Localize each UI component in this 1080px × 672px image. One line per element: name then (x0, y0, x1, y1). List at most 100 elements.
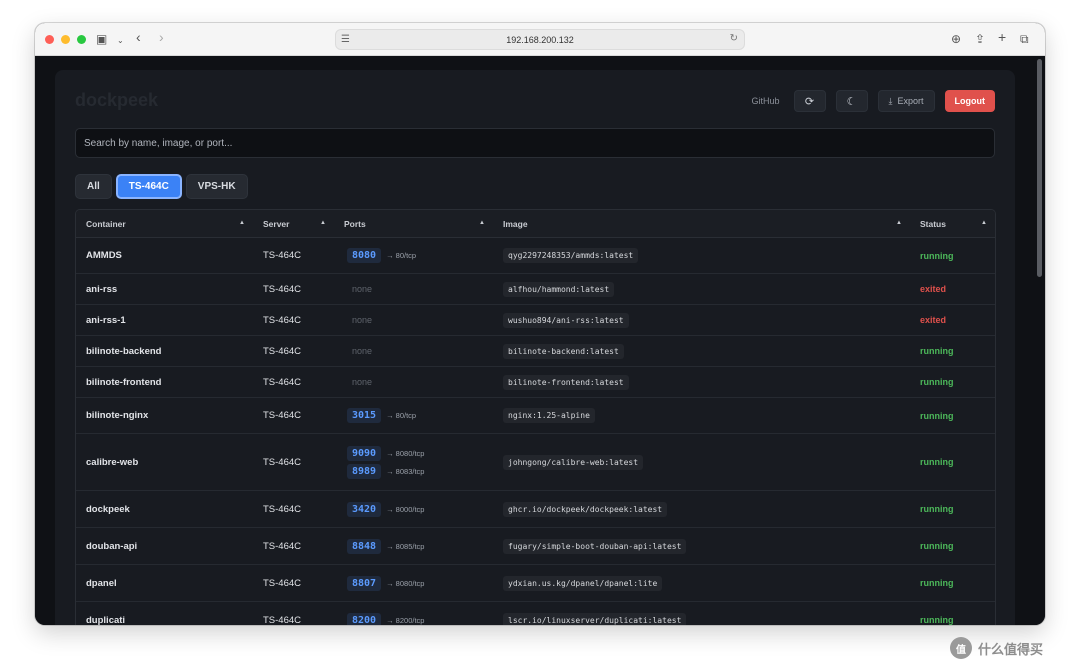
theme-toggle-button[interactable]: ☾ (835, 90, 868, 112)
port-mapping: 8989 → 8083/tcp (347, 463, 424, 479)
container-port: → 8085/tcp (386, 541, 425, 551)
watermark: 值 什么值得买 (950, 637, 1043, 659)
image-tag: lscr.io/linuxserver/duplicati:latest (503, 612, 687, 625)
image-cell: bilinote-backend:latest (493, 336, 910, 366)
server-name: TS-464C (263, 283, 302, 295)
sort-asc-icon: ▲ (896, 220, 902, 226)
host-port-link[interactable]: 9090 (347, 445, 382, 461)
server-name: TS-464C (263, 250, 302, 261)
container-name: bilinote-nginx (86, 410, 149, 421)
ports-cell: 9090 → 8080/tcp 8989 → 8083/tcp (334, 434, 493, 490)
maximize-window-button[interactable] (77, 34, 86, 44)
table-row[interactable]: bilinote-frontend TS-464C none bilinote-fro… (76, 367, 995, 398)
image-tag: alfhou/hammond:latest (503, 281, 615, 297)
container-port: → 8080/tcp (386, 448, 425, 458)
chevron-down-icon[interactable]: ⌄ (117, 34, 124, 48)
container-name: dpanel (86, 577, 117, 589)
table-row[interactable]: ani-rss TS-464C none alfhou/hammond:latest e… (76, 274, 995, 305)
table-row[interactable]: dpanel TS-464C 8807 → 8080/tcp ydxian.us.kg/… (76, 565, 995, 602)
container-port: → 8200/tcp (386, 615, 425, 625)
download-icon[interactable]: ⊕ (951, 32, 961, 46)
image-tag: bilinote-backend:latest (503, 343, 624, 359)
port-mapping: 9090 → 8080/tcp (347, 445, 425, 461)
search-input[interactable] (75, 128, 995, 158)
image-cell: lscr.io/linuxserver/duplicati:latest (493, 602, 910, 625)
table-row[interactable]: bilinote-backend TS-464C none bilinote-back… (76, 336, 995, 367)
sort-asc-icon: ▲ (981, 220, 987, 226)
host-port-link[interactable]: 8200 (347, 612, 382, 625)
table-row[interactable]: duplicati TS-464C 8200 → 8200/tcp lscr.io/li… (76, 602, 995, 625)
main-panel: dockpeek GitHub ⟳ ☾ ⤓ Export Logout All … (55, 70, 1015, 625)
container-name: bilinote-frontend (86, 376, 162, 388)
container-name: calibre-web (86, 456, 139, 468)
table-header: Container ▲ Server ▲ Ports ▲ Image ▲ Status ▲ (76, 210, 995, 238)
scrollbar-thumb[interactable] (1037, 59, 1042, 277)
reload-icon[interactable]: ↻ (730, 33, 738, 44)
export-button[interactable]: ⤓ Export (877, 90, 935, 112)
download-icon: ⤓ (888, 95, 893, 106)
no-ports-label: none (352, 315, 373, 325)
forward-icon[interactable]: › (159, 30, 164, 44)
sort-asc-icon: ▲ (239, 220, 245, 226)
port-mapping: 8200 → 8200/tcp (347, 612, 425, 625)
container-name: bilinote-backend (86, 345, 162, 357)
ports-cell: 3015 → 80/tcp (334, 398, 493, 433)
header-actions: GitHub ⟳ ☾ ⤓ Export Logout (751, 90, 995, 112)
refresh-button[interactable]: ⟳ (793, 90, 826, 112)
status-badge: exited (920, 284, 947, 294)
server-name: TS-464C (263, 410, 302, 421)
back-icon[interactable]: ‹ (136, 30, 141, 44)
app-logo: dockpeek (75, 90, 159, 110)
no-ports-label: none (352, 377, 373, 387)
header-ports[interactable]: Ports ▲ (334, 210, 493, 237)
new-tab-icon[interactable]: + (998, 30, 1006, 44)
port-mapping: 8807 → 8080/tcp (347, 575, 424, 591)
server-name: TS-464C (263, 345, 302, 357)
github-link[interactable]: GitHub (751, 96, 779, 106)
table-row[interactable]: dockpeek TS-464C 3420 → 8000/tcp ghcr.io/doc… (76, 491, 995, 528)
container-name: ani-rss (86, 283, 118, 295)
filter-vps-hk[interactable]: VPS-HK (185, 174, 248, 199)
filter-ts-464c[interactable]: TS-464C (115, 174, 182, 199)
table-row[interactable]: calibre-web TS-464C 9090 → 8080/tcp 8989 → 80… (76, 434, 995, 491)
table-row[interactable]: ani-rss-1 TS-464C none wushuo894/ani-rss:la… (76, 305, 995, 336)
address-bar[interactable]: ☰ 192.168.200.132 ↻ (335, 29, 745, 50)
image-tag: bilinote-frontend:latest (503, 374, 629, 390)
image-tag: johngong/calibre-web:latest (503, 454, 644, 470)
minimize-window-button[interactable] (61, 34, 70, 44)
host-port-link[interactable]: 3420 (347, 501, 382, 517)
host-port-link[interactable]: 8848 (347, 538, 382, 554)
share-icon[interactable]: ⇪ (975, 32, 985, 46)
host-port-link[interactable]: 8080 (347, 248, 382, 263)
page-viewport: dockpeek GitHub ⟳ ☾ ⤓ Export Logout All … (35, 56, 1045, 625)
sidebar-toggle-icon[interactable]: ▣ (96, 32, 107, 46)
table-row[interactable]: bilinote-nginx TS-464C 3015 → 80/tcp nginx:1… (76, 398, 995, 434)
host-port-link[interactable]: 3015 (347, 408, 382, 423)
header-image[interactable]: Image ▲ (493, 210, 910, 237)
header-container[interactable]: Container ▲ (76, 210, 253, 237)
status-badge: running (920, 377, 954, 387)
page-settings-icon[interactable]: ☰ (341, 34, 350, 45)
filter-all[interactable]: All (75, 174, 112, 199)
host-port-link[interactable]: 8989 (347, 463, 382, 479)
status-badge: exited (920, 315, 947, 325)
tab-overview-icon[interactable]: ⧉ (1020, 32, 1029, 46)
container-port: → 8000/tcp (386, 504, 425, 514)
watermark-text: 什么值得买 (978, 641, 1044, 657)
container-port: → 80/tcp (386, 251, 417, 260)
close-window-button[interactable] (45, 34, 54, 44)
sort-asc-icon: ▲ (320, 220, 326, 226)
logout-button[interactable]: Logout (944, 90, 995, 112)
ports-cell: 3420 → 8000/tcp (334, 491, 493, 527)
server-name: TS-464C (263, 503, 302, 515)
refresh-icon: ⟳ (804, 95, 815, 108)
browser-titlebar: ▣ ⌄ ‹ › ☰ 192.168.200.132 ↻ ⊕ ⇪ + ⧉ (35, 23, 1045, 56)
header-status[interactable]: Status ▲ (910, 210, 995, 237)
image-tag: qyg2297248353/ammds:latest (503, 248, 639, 263)
container-name: duplicati (86, 614, 126, 626)
header-server[interactable]: Server ▲ (253, 210, 334, 237)
host-port-link[interactable]: 8807 (347, 575, 382, 591)
table-row[interactable]: douban-api TS-464C 8848 → 8085/tcp fugary/si… (76, 528, 995, 565)
status-badge: running (920, 457, 954, 467)
table-row[interactable]: AMMDS TS-464C 8080 → 80/tcp qyg2297248353/am… (76, 238, 995, 274)
